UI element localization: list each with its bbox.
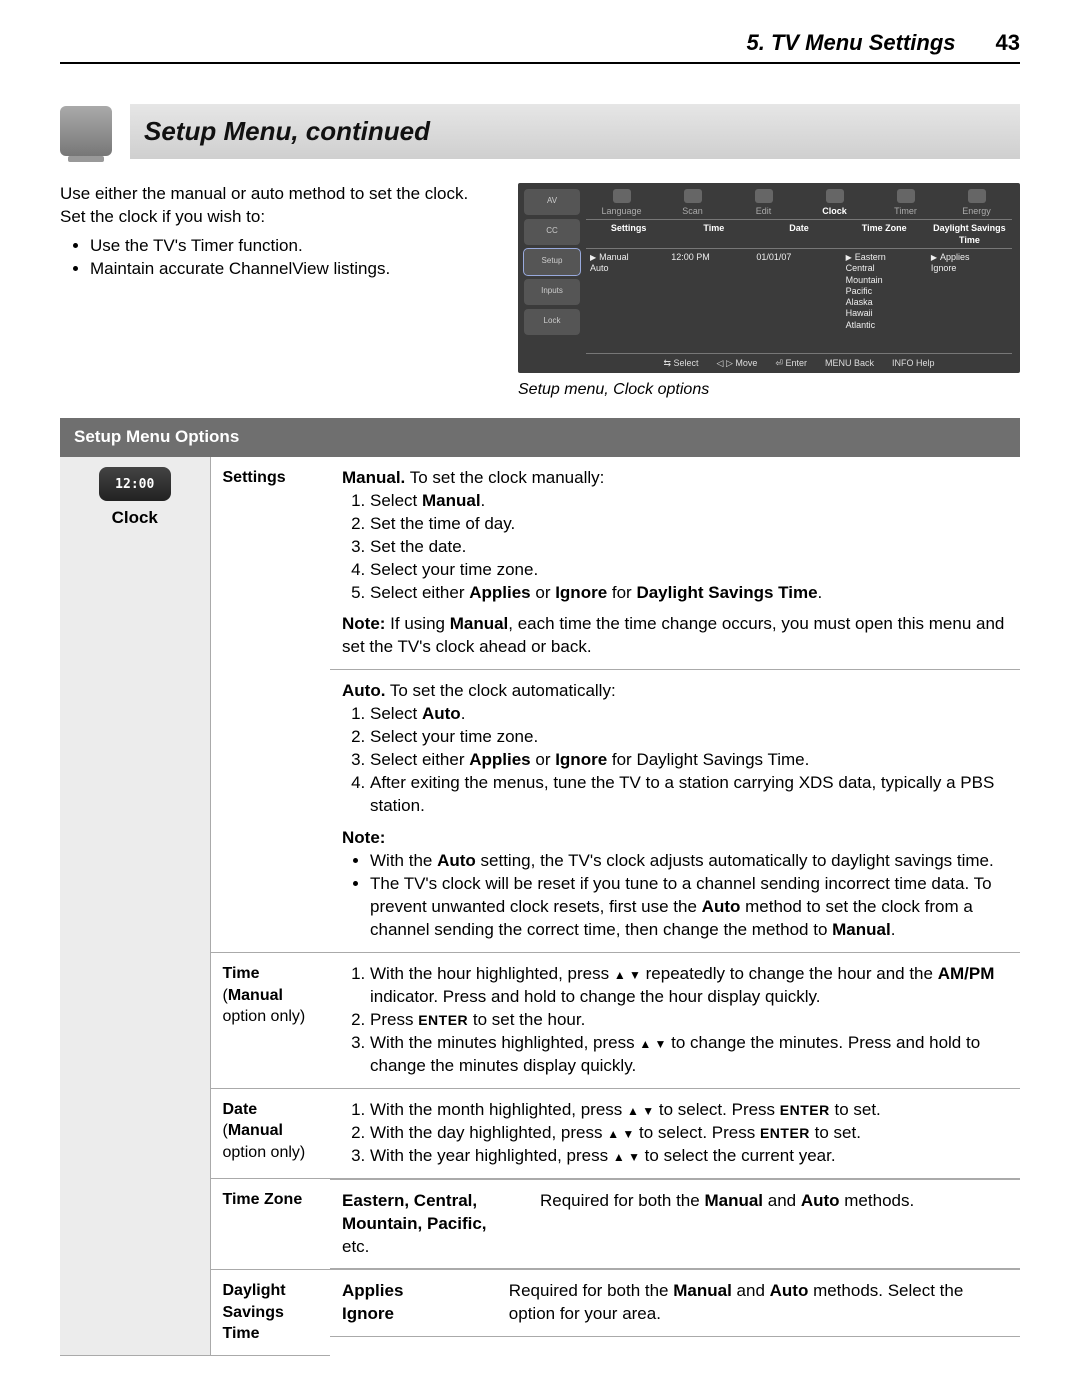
- osd-left-nav: AV CC Setup Inputs Lock: [524, 189, 580, 345]
- osd-screenshot: AV CC Setup Inputs Lock Language Scan Ed…: [518, 183, 1020, 373]
- desc-timezone: Eastern, Central, Mountain, Pacific, etc…: [330, 1179, 1020, 1270]
- clock-icon: 12:00: [99, 467, 171, 501]
- osd-column-headers: Settings Time Date Time Zone Daylight Sa…: [586, 220, 1012, 249]
- label-date: Date (Manual option only): [210, 1088, 330, 1178]
- page-number: 43: [996, 28, 1020, 58]
- label-time: Time (Manual option only): [210, 953, 330, 1089]
- arrow-up-down-icon: [614, 964, 641, 983]
- osd-footer: ⇆ Select ◁ ▷ Move ⏎ Enter MENU Back INFO…: [586, 353, 1012, 369]
- intro-bullet-1: Use the TV's Timer function.: [90, 235, 490, 258]
- osd-col-settings: Manual Auto: [586, 252, 671, 331]
- section-heading-row: Setup Menu, continued: [60, 104, 1020, 159]
- label-dst: Daylight Savings Time: [210, 1269, 330, 1355]
- desc-settings-auto: Auto. To set the clock automatically: Se…: [330, 669, 1020, 952]
- label-settings: Settings: [210, 457, 330, 952]
- intro-text: Use either the manual or auto method to …: [60, 183, 490, 401]
- osd-tab-timer: Timer: [870, 189, 941, 217]
- side-label: Clock: [112, 508, 158, 527]
- osd-body: Manual Auto 12:00 PM 01/01/07 Eastern Ce…: [586, 249, 1012, 331]
- page-header: 5. TV Menu Settings 43: [60, 28, 1020, 64]
- osd-tabs: Language Scan Edit Clock Timer Energy: [586, 189, 1012, 220]
- label-timezone: Time Zone: [210, 1178, 330, 1269]
- desc-dst: AppliesIgnore Required for both the Manu…: [330, 1269, 1020, 1337]
- osd-tab-clock: Clock: [799, 189, 870, 217]
- osd-nav-setup: Setup: [524, 249, 580, 275]
- osd-tab-language: Language: [586, 189, 657, 217]
- desc-date: With the month highlighted, press to sel…: [330, 1088, 1020, 1178]
- arrow-up-down-icon: [627, 1100, 654, 1119]
- intro-paragraph: Use either the manual or auto method to …: [60, 183, 490, 229]
- intro-bullet-2: Maintain accurate ChannelView listings.: [90, 258, 490, 281]
- osd-tab-energy: Energy: [941, 189, 1012, 217]
- osd-nav-lock: Lock: [524, 309, 580, 335]
- desc-time: With the hour highlighted, press repeate…: [330, 953, 1020, 1089]
- osd-col-time: 12:00 PM: [671, 252, 756, 331]
- osd-column: AV CC Setup Inputs Lock Language Scan Ed…: [518, 183, 1020, 401]
- chapter-title: 5. TV Menu Settings: [746, 28, 955, 58]
- osd-tab-edit: Edit: [728, 189, 799, 217]
- osd-caption: Setup menu, Clock options: [518, 379, 1020, 401]
- tv-icon: [60, 106, 112, 156]
- osd-nav-av: AV: [524, 189, 580, 215]
- osd-col-date: 01/01/07: [756, 252, 841, 331]
- osd-col-tz: Eastern Central Mountain Pacific Alaska …: [842, 252, 927, 331]
- osd-col-dst: Applies Ignore: [927, 252, 1012, 331]
- arrow-up-down-icon: [613, 1146, 640, 1165]
- options-table-header: Setup Menu Options: [60, 418, 1020, 457]
- osd-nav-inputs: Inputs: [524, 279, 580, 305]
- arrow-up-down-icon: [607, 1123, 634, 1142]
- options-table: 12:00 Clock Settings Manual. To set the …: [60, 457, 1020, 1355]
- arrow-up-down-icon: [639, 1033, 666, 1052]
- section-title: Setup Menu, continued: [130, 104, 1020, 159]
- desc-settings-manual: Manual. To set the clock manually: Selec…: [330, 457, 1020, 669]
- osd-nav-cc: CC: [524, 219, 580, 245]
- osd-tab-scan: Scan: [657, 189, 728, 217]
- side-clock-cell: 12:00 Clock: [60, 457, 210, 1355]
